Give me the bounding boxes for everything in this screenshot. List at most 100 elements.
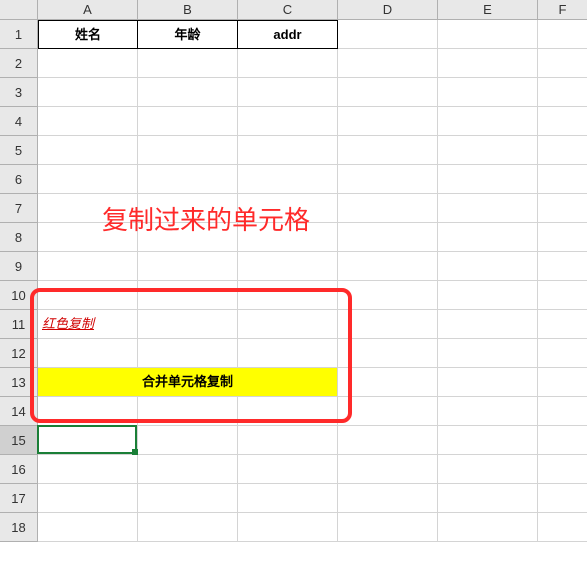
cell[interactable] (138, 484, 238, 513)
cell-a11-red-copy[interactable]: 红色复制 (38, 310, 138, 339)
row-header-12[interactable]: 12 (0, 339, 38, 368)
row-header-14[interactable]: 14 (0, 397, 38, 426)
cell[interactable] (438, 252, 538, 281)
cell[interactable] (138, 49, 238, 78)
cell[interactable] (38, 339, 138, 368)
row-header-10[interactable]: 10 (0, 281, 38, 310)
cell[interactable] (38, 484, 138, 513)
cell[interactable] (238, 484, 338, 513)
cell[interactable] (238, 513, 338, 542)
cell[interactable] (238, 49, 338, 78)
cell-e1[interactable] (438, 20, 538, 49)
cell[interactable] (238, 281, 338, 310)
cell[interactable] (538, 310, 587, 339)
cell[interactable] (438, 310, 538, 339)
col-header-e[interactable]: E (438, 0, 538, 20)
cell[interactable] (38, 252, 138, 281)
row-header-11[interactable]: 11 (0, 310, 38, 339)
cell[interactable] (38, 194, 138, 223)
cell[interactable] (338, 455, 438, 484)
col-header-c[interactable]: C (238, 0, 338, 20)
cell[interactable] (438, 339, 538, 368)
cell[interactable] (338, 194, 438, 223)
cell[interactable] (338, 426, 438, 455)
row-header-9[interactable]: 9 (0, 252, 38, 281)
cell-a13-merged-yellow[interactable]: 合并单元格复制 (38, 368, 338, 397)
col-header-d[interactable]: D (338, 0, 438, 20)
cell[interactable] (538, 339, 587, 368)
cell[interactable] (538, 223, 587, 252)
cell[interactable] (538, 368, 587, 397)
cell[interactable] (338, 339, 438, 368)
cell[interactable] (338, 165, 438, 194)
cell-a15[interactable] (38, 426, 138, 455)
cell[interactable] (538, 281, 587, 310)
cell[interactable] (38, 513, 138, 542)
cell[interactable] (538, 484, 587, 513)
cell[interactable] (438, 426, 538, 455)
cell-c1[interactable]: addr (238, 20, 338, 49)
row-header-7[interactable]: 7 (0, 194, 38, 223)
cell[interactable] (138, 281, 238, 310)
row-header-4[interactable]: 4 (0, 107, 38, 136)
cell[interactable] (538, 49, 587, 78)
cell[interactable] (338, 397, 438, 426)
cell[interactable] (238, 194, 338, 223)
cell[interactable] (438, 194, 538, 223)
cell[interactable] (338, 136, 438, 165)
cell[interactable] (338, 281, 438, 310)
cell[interactable] (238, 223, 338, 252)
cell[interactable] (138, 107, 238, 136)
cell[interactable] (538, 136, 587, 165)
cell[interactable] (38, 107, 138, 136)
cell[interactable] (38, 455, 138, 484)
cell[interactable] (138, 310, 238, 339)
cell[interactable] (438, 281, 538, 310)
row-header-8[interactable]: 8 (0, 223, 38, 252)
cell[interactable] (238, 78, 338, 107)
row-header-1[interactable]: 1 (0, 20, 38, 49)
cell[interactable] (138, 455, 238, 484)
cell[interactable] (538, 426, 587, 455)
cell[interactable] (138, 78, 238, 107)
cell[interactable] (138, 513, 238, 542)
cell[interactable] (438, 368, 538, 397)
cell[interactable] (38, 49, 138, 78)
cell[interactable] (138, 194, 238, 223)
cell[interactable] (138, 339, 238, 368)
cell[interactable] (338, 107, 438, 136)
cell[interactable] (438, 484, 538, 513)
cell[interactable] (238, 107, 338, 136)
cell[interactable] (338, 484, 438, 513)
cell[interactable] (438, 513, 538, 542)
cell[interactable] (438, 49, 538, 78)
cell[interactable] (138, 252, 238, 281)
cell[interactable] (538, 107, 587, 136)
cell[interactable] (538, 455, 587, 484)
cell-b1[interactable]: 年龄 (138, 20, 238, 49)
cell[interactable] (38, 397, 138, 426)
cell[interactable] (538, 194, 587, 223)
cell[interactable] (238, 252, 338, 281)
cell[interactable] (38, 165, 138, 194)
cell[interactable] (538, 165, 587, 194)
cell[interactable] (438, 107, 538, 136)
cell[interactable] (338, 310, 438, 339)
cell[interactable] (538, 513, 587, 542)
cell[interactable] (38, 78, 138, 107)
cell[interactable] (438, 78, 538, 107)
col-header-b[interactable]: B (138, 0, 238, 20)
row-header-6[interactable]: 6 (0, 165, 38, 194)
cell[interactable] (438, 136, 538, 165)
cell[interactable] (438, 397, 538, 426)
cell[interactable] (538, 78, 587, 107)
cell[interactable] (338, 78, 438, 107)
cell[interactable] (338, 223, 438, 252)
cell[interactable] (338, 513, 438, 542)
cell[interactable] (438, 223, 538, 252)
cell[interactable] (538, 252, 587, 281)
cell[interactable] (238, 426, 338, 455)
cell[interactable] (138, 165, 238, 194)
row-header-5[interactable]: 5 (0, 136, 38, 165)
select-all-corner[interactable] (0, 0, 38, 20)
